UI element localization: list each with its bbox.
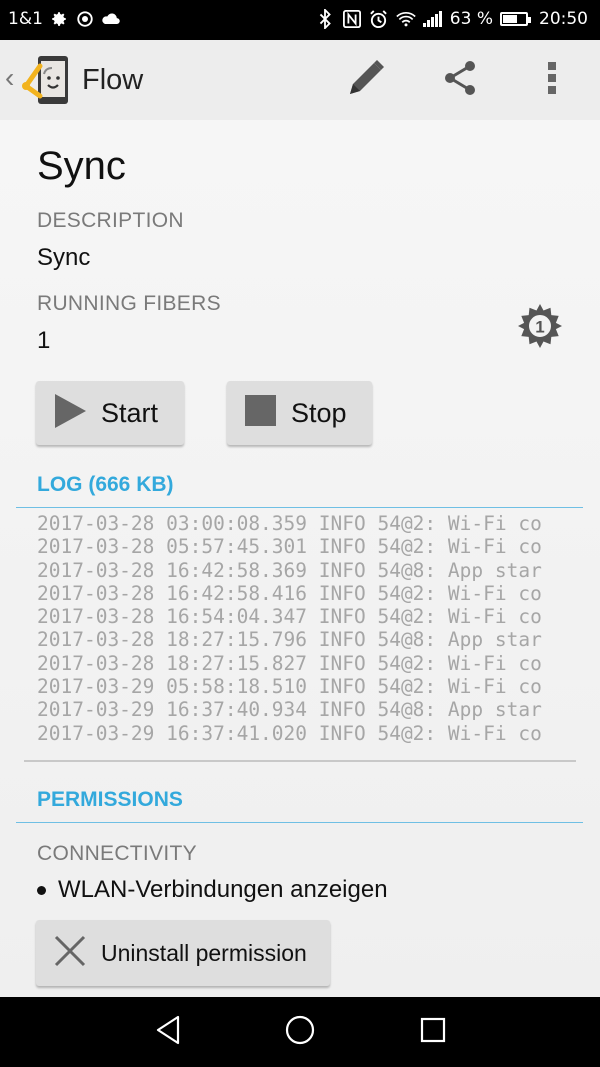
stop-button[interactable]: Stop [227, 381, 372, 445]
back-triangle-icon [155, 1015, 181, 1050]
permission-category: CONNECTIVITY [37, 842, 197, 865]
description-label: DESCRIPTION [37, 209, 184, 232]
share-icon [440, 58, 480, 103]
nav-home-button[interactable] [282, 1014, 318, 1050]
log-line: 2017-03-29 16:37:40.934 INFO 54@8: App s… [37, 698, 542, 722]
log-line: 2017-03-28 16:54:04.347 INFO 54@2: Wi-Fi… [37, 605, 542, 629]
navigation-bar [0, 997, 600, 1067]
description-value: Sync [37, 244, 91, 271]
log-line: 2017-03-28 05:57:45.301 INFO 54@2: Wi-Fi… [37, 535, 542, 559]
flow-name: Sync [37, 144, 126, 188]
permissions-divider [16, 822, 583, 823]
play-icon [53, 393, 87, 434]
bullet-icon [37, 885, 46, 895]
whatsapp-icon [75, 9, 95, 29]
start-button[interactable]: Start [36, 381, 184, 445]
recents-square-icon [420, 1017, 446, 1048]
status-bar-right: 63 % 20:50 [315, 9, 588, 29]
log-line: 2017-03-28 18:27:15.796 INFO 54@8: App s… [37, 628, 542, 652]
alarm-icon [369, 9, 389, 29]
start-button-label: Start [101, 397, 159, 428]
log-line: 2017-03-28 18:27:15.827 INFO 54@2: Wi-Fi… [37, 651, 542, 675]
action-bar: ‹ Flow [0, 40, 600, 120]
fibers-badge: 1 [535, 318, 544, 337]
bluetooth-icon [315, 9, 335, 29]
log-line: 2017-03-28 16:42:58.369 INFO 54@8: App s… [37, 558, 542, 582]
stop-button-label: Stop [291, 397, 347, 428]
log-section-title: LOG (666 KB) [37, 473, 174, 496]
permission-item-label: WLAN-Verbindungen anzeigen [58, 876, 388, 903]
log-line: 2017-03-29 05:58:18.510 INFO 54@2: Wi-Fi… [37, 675, 542, 699]
gear-icon [49, 9, 69, 29]
nav-recents-button[interactable] [415, 1014, 451, 1050]
cloud-icon [101, 9, 121, 29]
fibers-gear-icon[interactable]: 1 [516, 302, 564, 350]
battery-level [503, 15, 517, 23]
flow-detail-content: Sync DESCRIPTION Sync RUNNING FIBERS 1 1… [0, 120, 600, 997]
battery-percent: 63 % [449, 9, 493, 29]
running-fibers-label: RUNNING FIBERS [37, 292, 221, 315]
status-bar: 1&1 63 % 20:50 [0, 0, 600, 40]
permission-item: WLAN-Verbindungen anzeigen [37, 876, 388, 904]
log-divider [16, 507, 583, 508]
nfc-icon [342, 9, 362, 29]
edit-icon [344, 56, 388, 105]
clock: 20:50 [539, 9, 588, 29]
share-button[interactable] [436, 56, 484, 104]
log-line: 2017-03-28 03:00:08.359 INFO 54@2: Wi-Fi… [37, 512, 542, 535]
overflow-menu-icon [546, 58, 558, 103]
nav-back-button[interactable] [150, 1014, 186, 1050]
carrier-label: 1&1 [8, 9, 43, 29]
status-bar-left: 1&1 [8, 9, 121, 29]
log-view[interactable]: 2017-03-28 03:00:08.359 INFO 54@2: Wi-Fi… [24, 510, 576, 762]
signal-icon [422, 9, 443, 29]
edit-button[interactable] [342, 56, 390, 104]
overflow-menu-button[interactable] [528, 56, 576, 104]
app-title: Flow [82, 64, 144, 96]
wifi-icon [396, 9, 416, 29]
app-logo[interactable] [20, 52, 74, 108]
close-icon [54, 935, 86, 972]
uninstall-permission-button[interactable]: Uninstall permission [36, 920, 330, 986]
log-line: 2017-03-28 16:42:58.416 INFO 54@2: Wi-Fi… [37, 581, 542, 605]
stop-icon [245, 395, 276, 431]
back-chevron-icon[interactable]: ‹ [5, 62, 14, 94]
log-line: 2017-03-29 16:37:41.020 INFO 54@2: Wi-Fi… [37, 721, 542, 745]
log-lines: 2017-03-28 03:00:08.359 INFO 54@2: Wi-Fi… [24, 510, 576, 745]
running-fibers-value: 1 [37, 327, 51, 354]
permissions-section-title: PERMISSIONS [37, 788, 183, 811]
battery-icon [500, 12, 531, 26]
uninstall-permission-label: Uninstall permission [101, 939, 307, 966]
home-circle-icon [285, 1015, 315, 1050]
